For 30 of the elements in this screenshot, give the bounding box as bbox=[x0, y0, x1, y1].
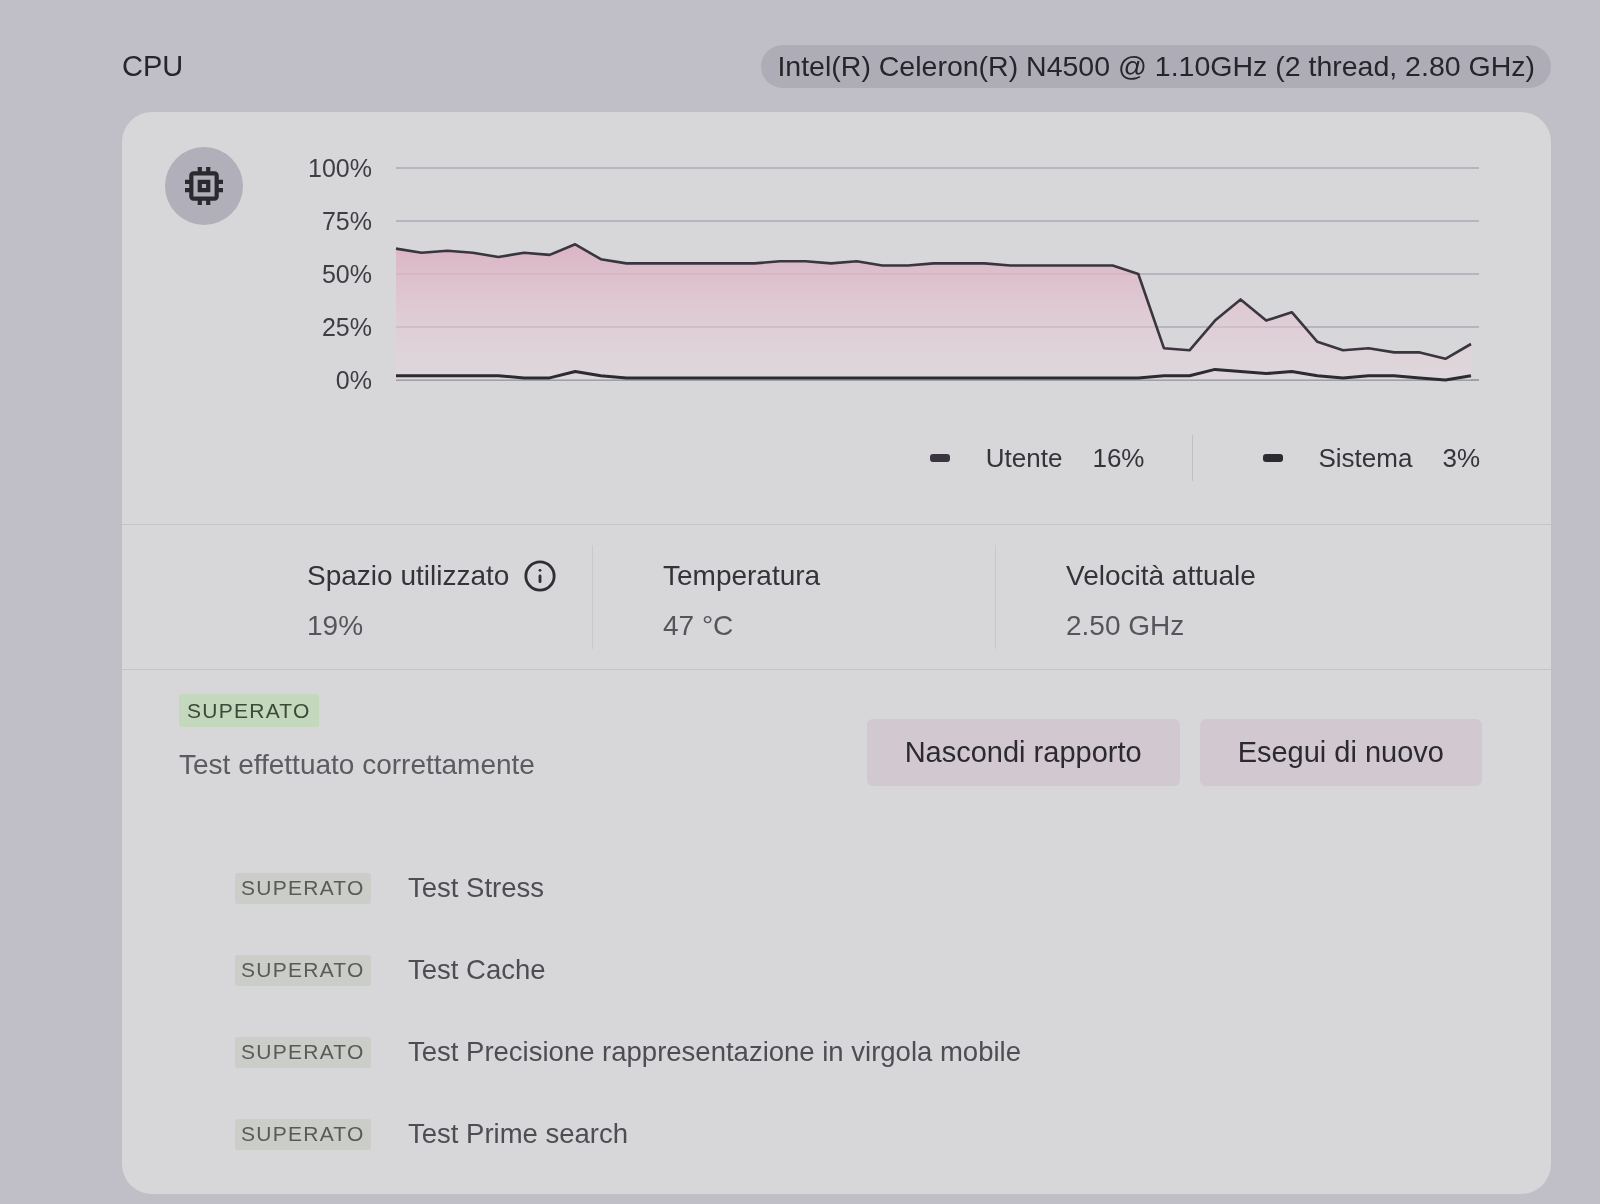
legend-value: 3% bbox=[1442, 441, 1480, 475]
stat-label: Temperatura bbox=[663, 559, 821, 593]
stat-label: Spazio utilizzato bbox=[307, 559, 510, 593]
stat-label: Velocità attuale bbox=[1066, 559, 1256, 593]
status-badge: SUPERATO bbox=[235, 1036, 371, 1068]
test-name: Test Precisione rappresentazione in virgola mobile bbox=[408, 1035, 1021, 1070]
status-badge: SUPERATO bbox=[179, 694, 319, 727]
status-badge: SUPERATO bbox=[235, 954, 371, 986]
y-axis-label: 25% bbox=[321, 313, 372, 341]
stat-value: 47 °C bbox=[663, 609, 734, 643]
legend-label: Utente bbox=[985, 441, 1063, 475]
y-axis-label: 100% bbox=[308, 154, 372, 182]
test-name: Test Stress bbox=[408, 871, 544, 906]
test-name: Test Prime search bbox=[408, 1117, 629, 1152]
status-badge: SUPERATO bbox=[235, 872, 371, 904]
stat-value: 19% bbox=[307, 609, 364, 643]
section-title: CPU bbox=[122, 48, 184, 84]
y-axis-label: 0% bbox=[335, 366, 372, 394]
info-icon[interactable] bbox=[523, 559, 558, 593]
processor-label: Intel(R) Celeron(R) N4500 @ 1.10GHz (2 thread, 2.80 GHz) bbox=[761, 45, 1551, 88]
legend-label: Sistema bbox=[1318, 441, 1413, 475]
result-message: Test effettuato correttamente bbox=[179, 748, 535, 782]
stat-value: 2.50 GHz bbox=[1066, 609, 1185, 643]
y-axis-label: 50% bbox=[321, 260, 372, 288]
action-button[interactable]: Esegui di nuovo bbox=[1199, 719, 1482, 786]
legend-value: 16% bbox=[1092, 441, 1145, 475]
status-badge: SUPERATO bbox=[235, 1118, 371, 1150]
action-button[interactable]: Nascondi rapporto bbox=[866, 719, 1180, 786]
y-axis-label: 75% bbox=[321, 207, 372, 235]
test-name: Test Cache bbox=[408, 953, 546, 988]
